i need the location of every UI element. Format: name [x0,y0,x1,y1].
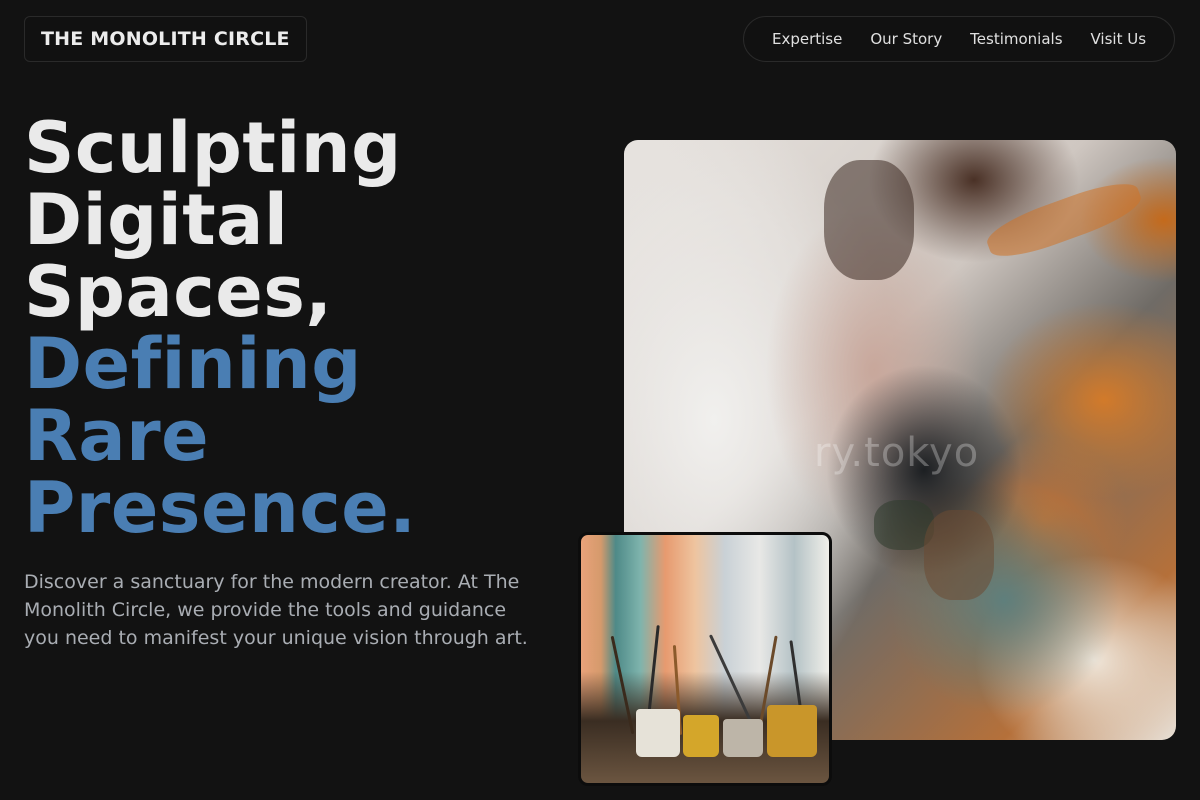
hero-title: Sculpting Digital Spaces, Defining Rare … [24,112,416,544]
art-studio-image [578,532,832,786]
hero-title-line: Spaces, [24,251,333,333]
hero-title-line: Digital [24,179,289,261]
paint-stroke [981,173,1147,267]
nav-link-testimonials[interactable]: Testimonials [970,30,1062,48]
hero-title-accent-line: Defining [24,323,362,405]
paint-jar [683,715,719,757]
hero-title-line: Sculpting [24,107,402,189]
nav-link-visit-us[interactable]: Visit Us [1090,30,1146,48]
paint-jar [636,709,680,757]
hero-title-accent-line: Presence. [24,467,417,549]
nav-link-our-story[interactable]: Our Story [870,30,942,48]
paint-stroke [924,510,994,600]
paint-stroke [824,160,914,280]
landing-page: THE MONOLITH CIRCLE Expertise Our Story … [0,0,1200,800]
hero-description: Discover a sanctuary for the modern crea… [24,571,528,649]
paint-jar [723,719,763,757]
paint-jar [767,705,817,757]
hero-title-accent-line: Rare [24,395,210,477]
brush [610,635,635,735]
main-nav: Expertise Our Story Testimonials Visit U… [743,16,1175,62]
brand-name: THE MONOLITH CIRCLE [41,28,290,50]
nav-link-expertise[interactable]: Expertise [772,30,842,48]
brand-logo[interactable]: THE MONOLITH CIRCLE [24,16,307,62]
image-watermark: ry.tokyo [814,430,980,476]
